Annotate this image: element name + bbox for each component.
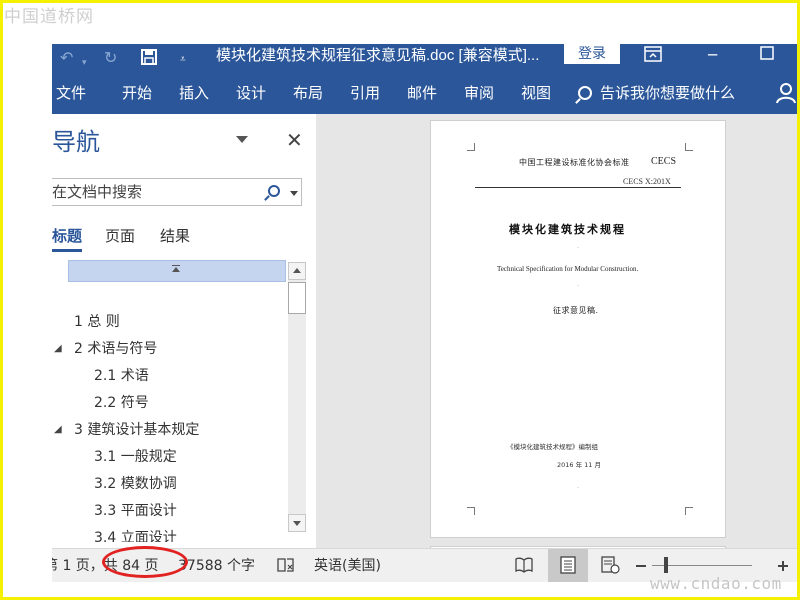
compiling-group: 《模块化建筑技术规程》编制组 [507, 443, 598, 451]
tab-review[interactable]: 审阅 [464, 83, 494, 103]
outline-item[interactable]: 2 术语与符号 [74, 339, 157, 359]
redo-icon[interactable]: ↻ [104, 48, 117, 68]
proofing-book-icon[interactable] [276, 556, 296, 574]
tell-me-label: 告诉我你想要做什么 [600, 84, 736, 102]
margin-corner-mark [467, 143, 475, 151]
word-count-status[interactable]: 37588 个字 [178, 557, 255, 575]
word-window: ↶ ▾ ↻ ⩡ 模块化建筑技术规程征求意见稿.doc [兼容模式]... 登录 … [52, 44, 800, 600]
margin-corner-mark [685, 507, 693, 515]
account-icon[interactable] [776, 82, 796, 104]
ribbon-tabs: 文件 开始 插入 设计 布局 引用 邮件 审阅 视图 告诉我你想要做什么 [52, 72, 800, 114]
tab-insert[interactable]: 插入 [179, 83, 209, 103]
document-title-en: Technical Specification for Modular Cons… [497, 265, 639, 273]
tell-me-box[interactable]: 告诉我你想要做什么 [578, 83, 735, 103]
undo-icon[interactable]: ↶ [60, 48, 73, 68]
document-area: 中国工程建设标准化协会标准 CECS CECS X:201X 模块化建筑技术规程… [324, 114, 800, 556]
paragraph-mark: · [577, 283, 579, 290]
chevron-up-icon [293, 268, 301, 273]
zoom-in-button-vertical [782, 561, 784, 571]
tab-mailings[interactable]: 邮件 [407, 83, 437, 103]
navigation-pane: 导航 ✕ 标题 页面 结果 1 总 则 ◢ 2 术语与符号 2.1 术语 2.2… [52, 114, 316, 548]
outline-item[interactable]: 3 建筑设计基本规定 [74, 420, 199, 440]
tab-home[interactable]: 开始 [122, 83, 152, 103]
expand-triangle-icon[interactable]: ◢ [54, 339, 62, 359]
outline-item[interactable]: 2.2 符号 [94, 393, 149, 413]
zoom-out-button[interactable] [636, 565, 646, 567]
standard-code: CECS X:201X [623, 177, 671, 186]
association-standard-text: 中国工程建设标准化协会标准 [519, 158, 630, 167]
watermark-top: 中国道桥网 [4, 7, 94, 27]
document-page[interactable]: 中国工程建设标准化协会标准 CECS CECS X:201X 模块化建筑技术规程… [430, 120, 726, 538]
login-button[interactable]: 登录 [564, 44, 620, 64]
header-rule [475, 187, 681, 188]
tab-design[interactable]: 设计 [236, 83, 266, 103]
close-icon[interactable]: ✕ [286, 128, 303, 152]
highlight-ellipse [102, 546, 188, 578]
minimize-icon[interactable]: ─ [708, 46, 717, 64]
tab-view[interactable]: 视图 [521, 83, 551, 103]
tab-layout[interactable]: 布局 [293, 83, 323, 103]
margin-corner-mark [685, 143, 693, 151]
language-status[interactable]: 英语(美国) [314, 557, 381, 575]
tab-references[interactable]: 引用 [350, 83, 380, 103]
ribbon-display-options-icon[interactable] [644, 46, 662, 62]
chevron-down-icon [293, 521, 301, 526]
title-bar: ↶ ▾ ↻ ⩡ 模块化建筑技术规程征求意见稿.doc [兼容模式]... 登录 … [52, 44, 800, 72]
scroll-up-button[interactable] [288, 262, 306, 280]
nav-scrollbar[interactable] [288, 262, 306, 532]
tab-file[interactable]: 文件 [56, 83, 86, 103]
draft-label: 征求意见稿. [553, 306, 599, 315]
outline-item[interactable]: 1 总 则 [74, 312, 120, 332]
outline-item[interactable]: 3.3 平面设计 [94, 501, 177, 521]
maximize-icon[interactable] [760, 46, 774, 60]
outline-item[interactable]: 3.4 立面设计 [94, 528, 177, 542]
scrollbar-thumb[interactable] [288, 282, 306, 314]
print-layout-icon[interactable] [558, 556, 578, 574]
margin-corner-mark [467, 507, 475, 515]
document-title: 模块化建筑技术规程征求意见稿.doc [兼容模式]... [216, 47, 540, 64]
paragraph-mark: · [577, 485, 579, 492]
search-options-chevron-down-icon[interactable] [290, 191, 298, 196]
expand-triangle-icon[interactable]: ◢ [54, 420, 62, 440]
outline-item[interactable]: 3.2 模数协调 [94, 474, 177, 494]
save-icon[interactable] [140, 48, 158, 66]
document-date: 2016 年 11 月 [557, 461, 602, 469]
outline-item[interactable]: 3.1 一般规定 [94, 447, 177, 467]
zoom-slider-thumb[interactable] [664, 557, 668, 573]
cecs-label: CECS [651, 156, 677, 167]
lightbulb-search-icon [578, 86, 592, 100]
undo-dropdown-icon[interactable]: ▾ [82, 53, 87, 73]
document-title-cn: 模块化建筑技术规程 [509, 223, 626, 236]
outline-item[interactable]: 2.1 术语 [94, 366, 149, 386]
scroll-down-button[interactable] [288, 514, 306, 532]
heading-outline: 1 总 则 ◢ 2 术语与符号 2.1 术语 2.2 符号 ◢ 3 建筑设计基本… [52, 114, 288, 548]
web-layout-icon[interactable] [600, 556, 620, 574]
customize-qat-icon[interactable]: ⩡ [180, 50, 186, 70]
watermark-bottom: www.cndao.com [650, 574, 782, 593]
read-mode-icon[interactable] [514, 556, 534, 574]
pane-splitter[interactable] [316, 114, 324, 548]
paragraph-mark: · [577, 245, 579, 252]
